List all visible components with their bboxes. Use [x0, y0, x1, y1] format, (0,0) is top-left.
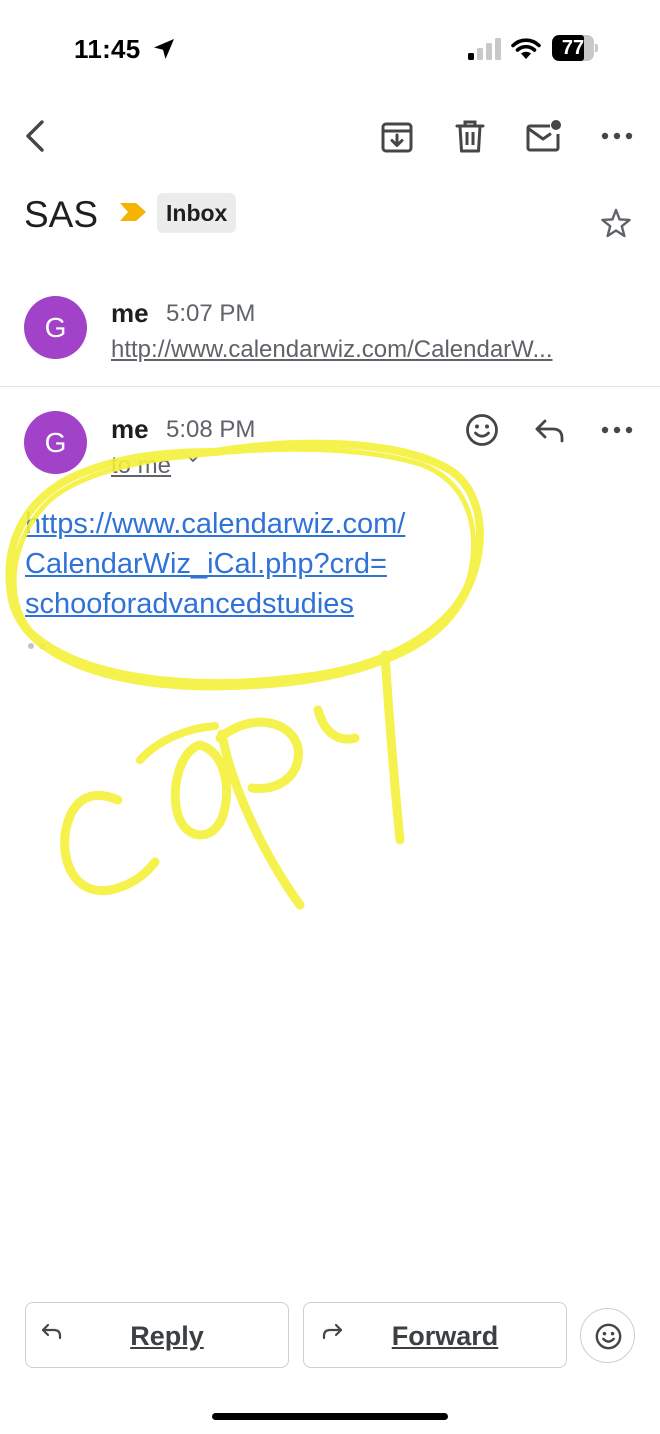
more-icon [601, 132, 633, 140]
message-sender: me [111, 298, 149, 328]
message-time: 5:07 PM [166, 300, 256, 327]
cellular-signal-icon [468, 38, 501, 60]
more-icon [601, 426, 633, 434]
archive-icon [381, 122, 413, 153]
message-more-button[interactable] [598, 418, 636, 442]
message-sender: me [111, 414, 149, 444]
battery-level: 77 [561, 37, 585, 59]
message-snippet[interactable]: http://www.calendarwiz.com/CalendarW... [111, 336, 629, 364]
emoji-react-icon [466, 414, 498, 446]
location-arrow-icon [154, 39, 174, 59]
link-line[interactable]: schooforadvancedstudies [25, 584, 477, 624]
more-options-button[interactable] [598, 124, 636, 148]
mark-unread-button[interactable] [524, 118, 564, 154]
back-icon [26, 120, 44, 152]
star-outline-icon [601, 208, 631, 238]
recipient-details-toggle[interactable]: to me [111, 452, 171, 480]
archive-button[interactable] [378, 118, 416, 156]
battery-icon: 77 [552, 35, 598, 61]
link-line[interactable]: CalendarWiz_iCal.php?crd= [25, 544, 477, 584]
link-line[interactable]: https://www.calendarwiz.com/ [25, 504, 477, 544]
reply-icon [535, 419, 564, 443]
message-time: 5:08 PM [166, 416, 256, 443]
sender-avatar[interactable]: G [24, 296, 87, 359]
forward-button[interactable]: Forward [303, 1302, 567, 1368]
star-button[interactable] [598, 206, 634, 242]
message-body-link[interactable]: https://www.calendarwiz.com/ CalendarWiz… [25, 504, 477, 624]
thread-subject: SAS [24, 194, 99, 235]
forward-label: Forward [391, 1321, 499, 1351]
home-indicator [212, 1413, 448, 1420]
show-trimmed-content-icon[interactable] [25, 640, 55, 652]
reply-button-header[interactable] [532, 414, 568, 446]
delete-button[interactable] [452, 118, 488, 156]
chevron-down-icon[interactable] [186, 452, 200, 466]
mark-unread-icon [526, 120, 561, 152]
wifi-icon [511, 38, 541, 59]
emoji-reaction-button[interactable] [580, 1308, 635, 1363]
emoji-react-icon [595, 1323, 622, 1350]
reply-button[interactable]: Reply [25, 1302, 289, 1368]
sender-avatar[interactable]: G [24, 411, 87, 474]
delete-icon [455, 120, 485, 153]
handwritten-copy-annotation [5, 439, 484, 910]
reply-label: Reply [130, 1321, 204, 1351]
label-chip-inbox[interactable]: Inbox [157, 193, 237, 233]
importance-marker-icon[interactable] [118, 200, 148, 224]
add-reaction-button[interactable] [464, 412, 500, 448]
back-button[interactable] [18, 116, 54, 156]
status-time: 11:45 [74, 34, 141, 64]
message-divider [0, 386, 660, 387]
